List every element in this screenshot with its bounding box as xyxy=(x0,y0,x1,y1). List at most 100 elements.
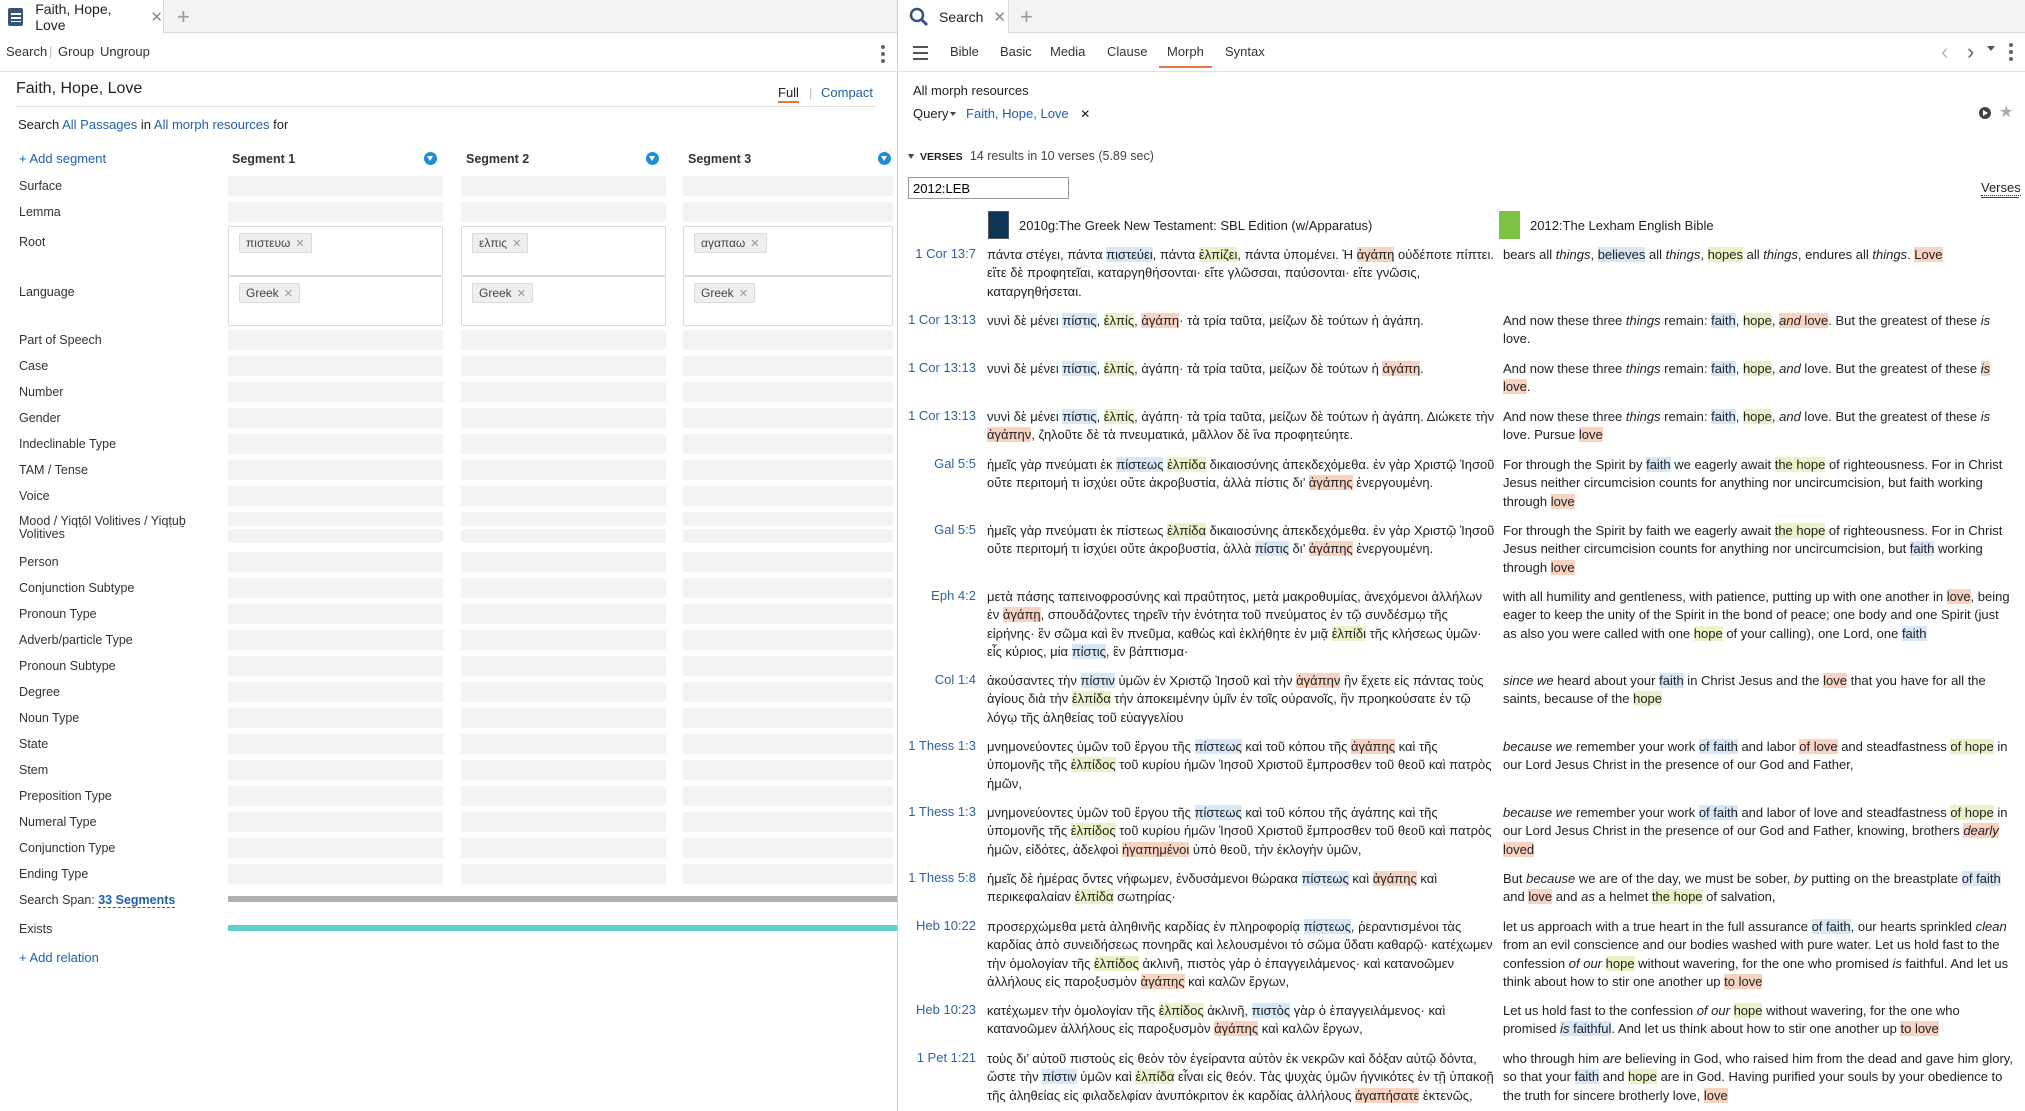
root-token[interactable]: ελπις ✕ xyxy=(472,233,529,253)
col-greek-title[interactable]: 2010g:The Greek New Testament: SBL Editi… xyxy=(1019,218,1372,233)
love-highlight[interactable]: and love xyxy=(1779,313,1829,328)
segment-1-field[interactable] xyxy=(228,382,443,402)
remove-token-icon[interactable]: ✕ xyxy=(512,238,521,250)
faith-highlight[interactable]: πίστεως xyxy=(1194,739,1242,754)
love-highlight[interactable]: ἀγάπην xyxy=(987,427,1032,443)
hope-highlight[interactable]: of hope xyxy=(1950,739,1994,754)
segment-1-field[interactable] xyxy=(228,708,443,728)
segment-2-field[interactable] xyxy=(461,486,666,506)
segment-3-field[interactable] xyxy=(683,786,893,806)
verse-reference-link[interactable]: Heb 10:23 xyxy=(906,1002,976,1017)
segment-2-field[interactable] xyxy=(461,512,666,526)
new-tab-icon[interactable]: + xyxy=(177,0,190,33)
segment-1-language-field[interactable]: Greek ✕ xyxy=(228,276,443,326)
segment-1-field[interactable] xyxy=(228,786,443,806)
faith-highlight[interactable]: πίστιν xyxy=(1042,1069,1077,1085)
faith-highlight[interactable]: of faith xyxy=(1698,739,1738,754)
love-highlight[interactable]: love xyxy=(1823,673,1848,688)
hope-highlight[interactable]: hopes xyxy=(1707,247,1743,262)
segment-1-field[interactable] xyxy=(228,630,443,650)
segment-3-field[interactable] xyxy=(683,529,893,543)
more-options-icon[interactable] xyxy=(2009,43,2013,61)
faith-highlight[interactable]: faith xyxy=(1711,361,1736,376)
hope-highlight[interactable]: the hope xyxy=(1774,523,1826,538)
segment-1-field[interactable] xyxy=(228,460,443,480)
close-icon[interactable]: ✕ xyxy=(993,8,1006,26)
hope-highlight[interactable]: the hope xyxy=(1774,457,1826,472)
hope-highlight[interactable]: of hope xyxy=(1950,805,1994,820)
language-token[interactable]: Greek ✕ xyxy=(472,283,533,303)
segment-2-field[interactable] xyxy=(461,202,666,222)
segment-3-field[interactable] xyxy=(683,630,893,650)
verse-reference-link[interactable]: 1 Thess 1:3 xyxy=(906,738,976,753)
verse-reference-link[interactable]: Col 1:4 xyxy=(906,672,976,687)
faith-highlight[interactable]: πιστεύει xyxy=(1106,247,1153,262)
love-highlight[interactable]: love xyxy=(1703,1087,1728,1103)
verse-reference-link[interactable]: Gal 5:5 xyxy=(906,456,976,471)
segment-2-field[interactable] xyxy=(461,529,666,543)
segment-2-field[interactable] xyxy=(461,330,666,350)
faith-highlight[interactable]: faith xyxy=(1574,1069,1600,1085)
hope-highlight[interactable]: ἐλπίδος xyxy=(1093,955,1139,971)
love-highlight[interactable]: love xyxy=(1528,889,1553,905)
segment-3-field[interactable] xyxy=(683,552,893,572)
segment-3-field[interactable] xyxy=(683,604,893,624)
segment-3-field[interactable] xyxy=(683,682,893,702)
col-english-title[interactable]: 2012:The Lexham English Bible xyxy=(1530,218,1714,233)
segment-3-field[interactable] xyxy=(683,812,893,832)
filter-input[interactable] xyxy=(908,177,1069,199)
history-dropdown-icon[interactable] xyxy=(1987,46,1995,51)
segment-1-field[interactable] xyxy=(228,760,443,780)
verse-reference-link[interactable]: 1 Thess 1:3 xyxy=(906,804,976,819)
segment-3-field[interactable] xyxy=(683,734,893,754)
tab-faith-hope-love[interactable]: Faith, Hope, Love ✕ xyxy=(0,0,164,33)
faith-highlight[interactable]: πίστεως xyxy=(1301,871,1349,886)
forward-icon[interactable]: › xyxy=(1967,39,1974,65)
remove-token-icon[interactable]: ✕ xyxy=(517,288,526,300)
faith-highlight[interactable]: πίστεως xyxy=(1194,805,1242,820)
segment-3-field[interactable] xyxy=(683,512,893,526)
hope-highlight[interactable]: ἐλπίζει xyxy=(1198,247,1238,262)
hope-highlight[interactable]: the hope xyxy=(1651,889,1703,905)
faith-highlight[interactable]: πίστις xyxy=(1062,361,1097,376)
love-highlight[interactable]: ἀγάπης xyxy=(1308,475,1353,491)
remove-token-icon[interactable]: ✕ xyxy=(739,288,748,300)
remove-token-icon[interactable]: ✕ xyxy=(284,288,293,300)
segment-3-language-field[interactable]: Greek ✕ xyxy=(683,276,893,326)
segment-3-field[interactable] xyxy=(683,382,893,402)
segment-1-field[interactable] xyxy=(228,812,443,832)
faith-highlight[interactable]: of faith xyxy=(1811,919,1851,934)
hope-highlight[interactable]: ἐλπίδα xyxy=(1167,457,1206,472)
segment-1-field[interactable] xyxy=(228,330,443,350)
hope-highlight[interactable]: hope xyxy=(1605,955,1635,971)
query-caret-icon[interactable] xyxy=(950,112,957,116)
faith-highlight[interactable]: πίστις xyxy=(1071,643,1106,659)
segment-1-field[interactable] xyxy=(228,512,443,526)
root-token[interactable]: αγαπαω ✕ xyxy=(694,233,767,253)
collapse-caret-icon[interactable] xyxy=(908,154,914,159)
segment-3-root-field[interactable]: αγαπαω ✕ xyxy=(683,226,893,276)
segment-1-field[interactable] xyxy=(228,864,443,884)
clear-query-icon[interactable]: ✕ xyxy=(1080,107,1090,121)
hope-highlight[interactable]: ἐλπίς xyxy=(1103,313,1135,328)
hope-highlight[interactable]: hope xyxy=(1633,691,1663,707)
love-highlight[interactable]: ἀγάπη xyxy=(1356,247,1395,262)
love-highlight[interactable]: ἀγάπης xyxy=(1372,871,1417,886)
verse-reference-link[interactable]: 1 Cor 13:13 xyxy=(906,360,976,375)
language-token[interactable]: Greek ✕ xyxy=(694,283,755,303)
segment-3-menu-icon[interactable] xyxy=(878,152,891,165)
hope-highlight[interactable]: hope xyxy=(1628,1069,1657,1085)
segment-1-field[interactable] xyxy=(228,434,443,454)
segment-3-field[interactable] xyxy=(683,486,893,506)
root-token[interactable]: πιστευω ✕ xyxy=(239,233,312,253)
hope-highlight[interactable]: ἐλπίδα xyxy=(1074,889,1114,905)
segment-2-field[interactable] xyxy=(461,734,666,754)
scope-link[interactable]: All Passages xyxy=(62,117,137,132)
love-highlight[interactable]: ἠγαπημένοι xyxy=(1121,841,1190,857)
segment-2-language-field[interactable]: Greek ✕ xyxy=(461,276,666,326)
love-highlight[interactable]: ἀγαπήσατε xyxy=(1355,1087,1420,1103)
segment-2-field[interactable] xyxy=(461,460,666,480)
segment-2-field[interactable] xyxy=(461,578,666,598)
love-highlight[interactable]: dearly loved xyxy=(1503,823,1999,857)
language-token[interactable]: Greek ✕ xyxy=(239,283,300,303)
